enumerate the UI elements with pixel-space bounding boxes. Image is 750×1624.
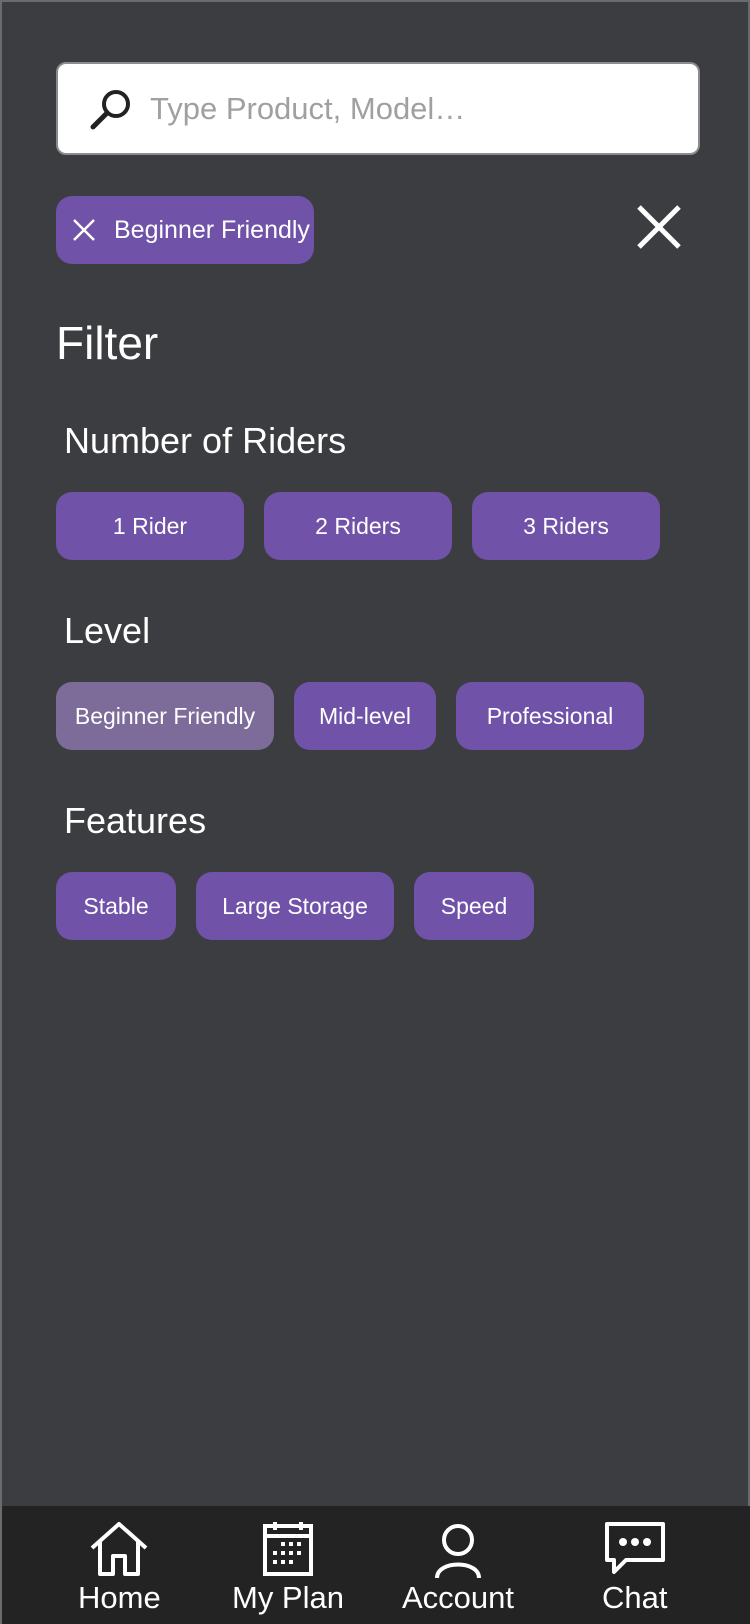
option-large-storage[interactable]: Large Storage [196,872,394,940]
user-icon [435,1524,481,1578]
features-heading: Features [64,800,207,841]
option-mid-level[interactable]: Mid-level [294,682,436,750]
riders-heading: Number of Riders [64,420,347,461]
search-input[interactable] [150,90,670,127]
filter-screen: Beginner Friendly Filter Number of Rider… [0,0,750,1624]
option-3-riders[interactable]: 3 Riders [472,492,660,560]
nav-label-home: Home [78,1580,161,1615]
nav-item-my-plan[interactable]: My Plan [232,1520,344,1616]
calendar-icon [262,1522,313,1576]
level-options: Beginner Friendly Mid-level Professional [56,682,644,750]
active-filter-label: Beginner Friendly [114,215,310,244]
close-icon[interactable] [634,202,684,252]
option-stable[interactable]: Stable [56,872,176,940]
home-icon [91,1522,148,1576]
option-speed[interactable]: Speed [414,872,534,940]
chat-icon [604,1522,665,1574]
bottom-nav: Home My Plan Account Chat [2,1506,750,1624]
filter-title: Filter [56,317,159,369]
nav-label-account: Account [402,1580,515,1615]
features-options: Stable Large Storage Speed [56,872,534,940]
remove-filter-icon[interactable] [70,216,98,244]
option-1-rider[interactable]: 1 Rider [56,492,244,560]
nav-label-chat: Chat [602,1580,668,1615]
nav-label-my-plan: My Plan [232,1580,344,1615]
nav-item-chat[interactable]: Chat [602,1520,667,1616]
search-bar[interactable] [56,62,700,155]
nav-item-account[interactable]: Account [402,1520,514,1616]
option-professional[interactable]: Professional [456,682,644,750]
nav-item-home[interactable]: Home [78,1520,161,1616]
option-2-riders[interactable]: 2 Riders [264,492,452,560]
option-beginner-friendly[interactable]: Beginner Friendly [56,682,274,750]
search-icon [88,86,134,132]
active-filter-chip[interactable]: Beginner Friendly [56,196,314,264]
level-heading: Level [64,610,151,651]
riders-options: 1 Rider 2 Riders 3 Riders [56,492,660,560]
